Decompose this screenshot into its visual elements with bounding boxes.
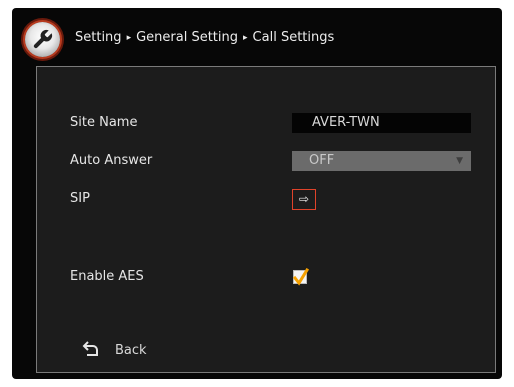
auto-answer-value: OFF xyxy=(309,153,335,168)
breadcrumb: Setting ▸ General Setting ▸ Call Settings xyxy=(75,30,334,45)
header: Setting ▸ General Setting ▸ Call Settings xyxy=(12,8,502,66)
sip-arrow-button[interactable]: ⇨ xyxy=(292,189,316,210)
return-arrow-icon xyxy=(82,341,98,356)
enable-aes-checkbox[interactable] xyxy=(293,268,309,286)
site-name-field[interactable]: AVER-TWN xyxy=(292,113,471,133)
site-name-label: Site Name xyxy=(70,115,138,130)
breadcrumb-item-setting[interactable]: Setting xyxy=(75,30,122,45)
breadcrumb-separator: ▸ xyxy=(126,33,132,43)
call-settings-panel: Site Name AVER-TWN Auto Answer OFF ▼ SIP… xyxy=(36,66,496,373)
back-label: Back xyxy=(115,343,147,358)
chevron-down-icon: ▼ xyxy=(456,156,463,166)
enable-aes-label: Enable AES xyxy=(70,269,144,284)
checkmark-icon xyxy=(293,268,309,286)
wrench-icon[interactable] xyxy=(25,22,60,57)
settings-screen: Setting ▸ General Setting ▸ Call Settings Si… xyxy=(12,8,502,379)
auto-answer-select[interactable]: OFF ▼ xyxy=(292,151,471,171)
auto-answer-label: Auto Answer xyxy=(70,153,153,168)
sip-label: SIP xyxy=(70,191,90,206)
breadcrumb-separator: ▸ xyxy=(243,33,248,43)
breadcrumb-item-general-setting[interactable]: General Setting xyxy=(136,30,238,45)
breadcrumb-item-call-settings: Call Settings xyxy=(252,30,335,45)
arrow-right-icon: ⇨ xyxy=(298,192,310,206)
